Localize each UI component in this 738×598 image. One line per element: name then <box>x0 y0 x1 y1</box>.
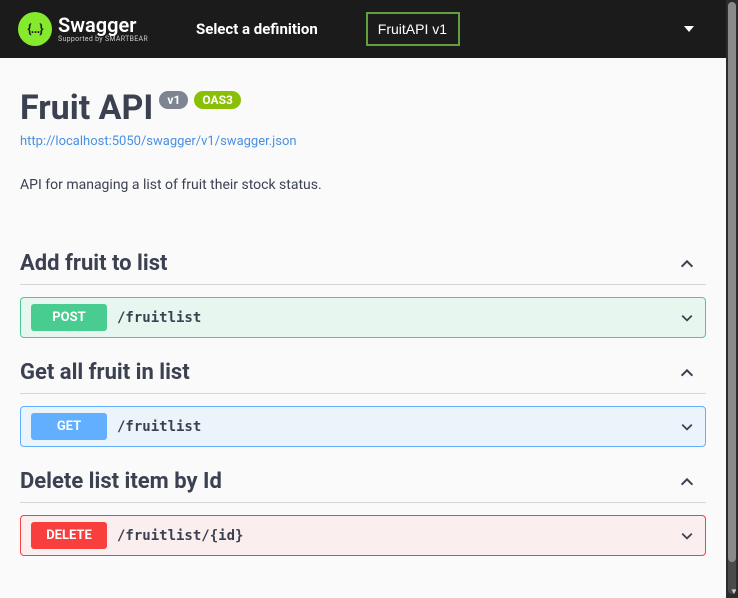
app-frame: {…} Swagger Supported by SMARTBEAR Selec… <box>0 0 726 598</box>
section-get-all-fruit: Get all fruit in list GET /fruitlist <box>20 352 706 447</box>
version-badge: v1 <box>159 91 188 109</box>
section-header[interactable]: Get all fruit in list <box>20 352 706 394</box>
swagger-logo[interactable]: {…} Swagger Supported by SMARTBEAR <box>18 12 148 46</box>
sections: Add fruit to list POST /fruitlist Get al… <box>20 243 706 556</box>
chevron-up-icon <box>678 255 696 273</box>
operation-delete-fruitlist-id[interactable]: DELETE /fruitlist/{id} <box>20 515 706 556</box>
section-header[interactable]: Add fruit to list <box>20 243 706 285</box>
scrollbar-thumb[interactable] <box>728 2 736 562</box>
method-badge: DELETE <box>31 522 107 549</box>
operation-path: /fruitlist <box>117 310 679 326</box>
swagger-logo-subtext: Supported by SMARTBEAR <box>58 35 148 43</box>
chevron-down-icon <box>679 419 695 435</box>
definition-select[interactable]: FruitAPI v1 <box>366 12 460 46</box>
definition-select-wrap: FruitAPI v1 <box>366 12 706 46</box>
method-badge: GET <box>31 413 107 440</box>
api-title-row: Fruit API v1 OAS3 <box>20 88 706 128</box>
topbar: {…} Swagger Supported by SMARTBEAR Selec… <box>0 0 726 58</box>
section-add-fruit: Add fruit to list POST /fruitlist <box>20 243 706 338</box>
method-badge: POST <box>31 304 107 331</box>
chevron-up-icon <box>678 473 696 491</box>
api-description: API for managing a list of fruit their s… <box>20 177 706 193</box>
section-title: Get all fruit in list <box>20 360 190 385</box>
section-delete-by-id: Delete list item by Id DELETE /fruitlist… <box>20 461 706 556</box>
section-title: Delete list item by Id <box>20 469 222 494</box>
operation-post-fruitlist[interactable]: POST /fruitlist <box>20 297 706 338</box>
swagger-logo-icon: {…} <box>18 12 52 46</box>
scroll-down-icon[interactable]: ▼ <box>730 588 738 596</box>
operation-path: /fruitlist <box>117 419 679 435</box>
chevron-up-icon <box>678 364 696 382</box>
section-title: Add fruit to list <box>20 251 167 276</box>
definition-select-label: Select a definition <box>196 20 318 38</box>
operation-path: /fruitlist/{id} <box>117 528 679 544</box>
api-title: Fruit API <box>20 88 153 128</box>
chevron-down-icon <box>679 310 695 326</box>
section-header[interactable]: Delete list item by Id <box>20 461 706 503</box>
swagger-logo-text: Swagger <box>58 15 148 35</box>
chevron-down-icon <box>679 528 695 544</box>
spec-url-link[interactable]: http://localhost:5050/swagger/v1/swagger… <box>20 134 297 149</box>
oas-badge: OAS3 <box>194 91 241 109</box>
scrollbar-track[interactable] <box>728 2 736 594</box>
operation-get-fruitlist[interactable]: GET /fruitlist <box>20 406 706 447</box>
main-content: Fruit API v1 OAS3 http://localhost:5050/… <box>0 58 726 590</box>
